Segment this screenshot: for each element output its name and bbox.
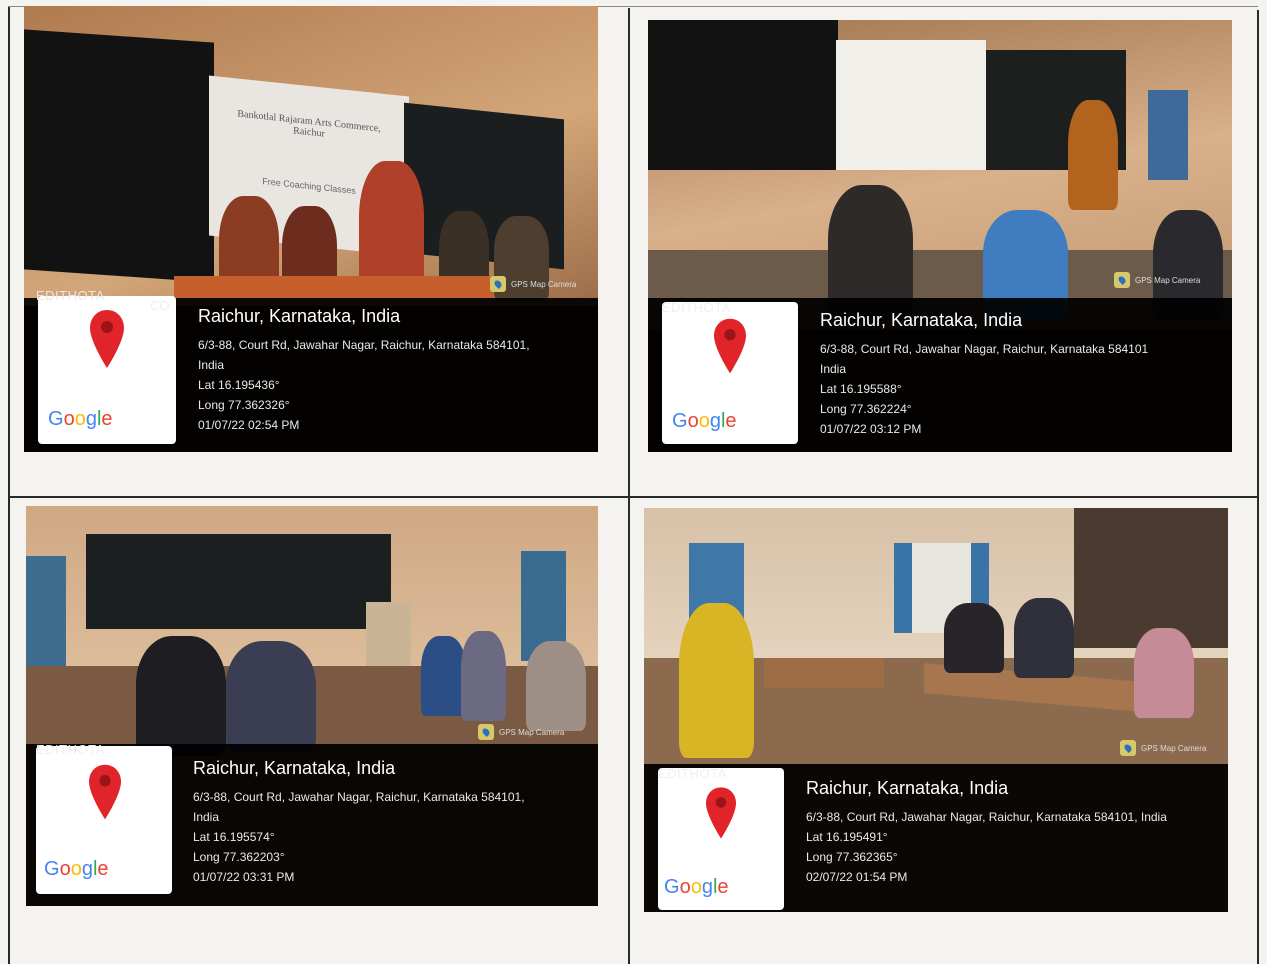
person [461,631,506,721]
grid-border-left [8,6,10,964]
latitude-label: Lat 16.195588° [820,382,902,396]
address-label: 6/3-88, Court Rd, Jawahar Nagar, Raichur… [193,790,525,804]
longitude-label: Long 77.362365° [806,850,898,864]
person [136,636,226,756]
google-logo: Google [672,410,737,432]
gps-badge-label: GPS Map Camera [499,727,565,737]
google-logo: Google [664,876,729,898]
photo-3: GPS Map Camera EDITHOTA Google Raichur, … [26,506,598,906]
latitude-label: Lat 16.195574° [193,830,275,844]
datetime-label: 01/07/22 03:12 PM [820,422,922,436]
photo-1: Bankotlal Rajaram Arts Commerce, Raichur… [24,6,598,452]
map-pin-icon [714,318,746,374]
dark-corner [1074,508,1228,648]
person [526,641,586,731]
gps-badge: GPS Map Camera [1114,272,1200,288]
grid-divider-vertical [628,8,630,964]
gps-badge: GPS Map Camera [478,724,564,740]
datetime-label: 01/07/22 03:31 PM [193,870,295,884]
person-yellow-saree [679,603,754,758]
gps-badge-label: GPS Map Camera [1135,275,1201,285]
map-thumbnail: EDITHOTA Google [658,766,784,910]
extra-text: CO [150,298,170,313]
blackboard [648,20,838,170]
photo-4: GPS Map Camera EDITHOTA Google Raichur, … [644,508,1228,912]
country-label: India [198,358,225,372]
person [421,636,466,716]
watermark-text: EDITHOTA [36,288,105,303]
screen-title: Bankotlal Rajaram Arts Commerce, Raichur [237,108,381,140]
datetime-label: 02/07/22 01:54 PM [806,870,908,884]
country-label: India [193,810,220,824]
city-label: Raichur, Karnataka, India [820,310,1023,330]
map-thumbnail: EDITHOTA Google [662,300,798,444]
person [1014,598,1074,678]
map-thumbnail: EDITHOTA Google [36,742,172,894]
gps-map-camera-icon [490,276,506,292]
google-logo: Google [44,858,109,880]
location-info: Raichur, Karnataka, India 6/3-88, Court … [198,306,530,435]
map-pin-icon [90,310,124,368]
map-pin-icon [706,787,736,839]
grid-border-right [1257,10,1259,964]
podium [366,602,411,672]
longitude-label: Long 77.362203° [193,850,285,864]
gps-map-camera-icon [478,724,494,740]
blackboard [86,534,391,629]
projection-screen [836,40,986,170]
gps-badge-label: GPS Map Camera [1141,743,1207,753]
window [26,556,66,666]
city-label: Raichur, Karnataka, India [193,758,396,778]
map-thumbnail: EDITHOTA Google [36,288,176,444]
gps-badge: GPS Map Camera [1120,740,1206,756]
photo-2: GPS Map Camera EDITHOTA Google Raichur, … [648,20,1232,452]
person [226,641,316,751]
location-info: Raichur, Karnataka, India 6/3-88, Court … [193,758,525,887]
person [944,603,1004,673]
country-label: India [820,362,847,376]
desk [764,658,884,688]
address-label: 6/3-88, Court Rd, Jawahar Nagar, Raichur… [198,338,530,352]
city-label: Raichur, Karnataka, India [198,306,401,326]
latitude-label: Lat 16.195491° [806,830,888,844]
city-label: Raichur, Karnataka, India [806,778,1009,798]
map-pin-icon [89,764,121,820]
address-label: 6/3-88, Court Rd, Jawahar Nagar, Raichur… [820,342,1149,356]
watermark-text: EDITHOTA [36,742,105,757]
person [1068,100,1118,210]
address-label: 6/3-88, Court Rd, Jawahar Nagar, Raichur… [806,810,1167,824]
gps-badge-label: GPS Map Camera [511,279,577,289]
person [1134,628,1194,718]
watermark-text: EDITHOTA [658,766,727,781]
watermark-text: EDITHOTA [662,300,731,315]
location-info: Raichur, Karnataka, India 6/3-88, Court … [820,310,1148,439]
longitude-label: Long 77.362326° [198,398,290,412]
blackboard [24,29,214,283]
latitude-label: Lat 16.195436° [198,378,280,392]
gps-map-camera-icon [1120,740,1136,756]
datetime-label: 01/07/22 02:54 PM [198,418,300,432]
window [1148,90,1188,180]
gps-badge: GPS Map Camera [490,276,576,292]
gps-map-camera-icon [1114,272,1130,288]
location-info: Raichur, Karnataka, India 6/3-88, Court … [806,778,1167,887]
grid-divider-horizontal [8,496,1258,498]
longitude-label: Long 77.362224° [820,402,912,416]
google-logo: Google [48,408,113,430]
